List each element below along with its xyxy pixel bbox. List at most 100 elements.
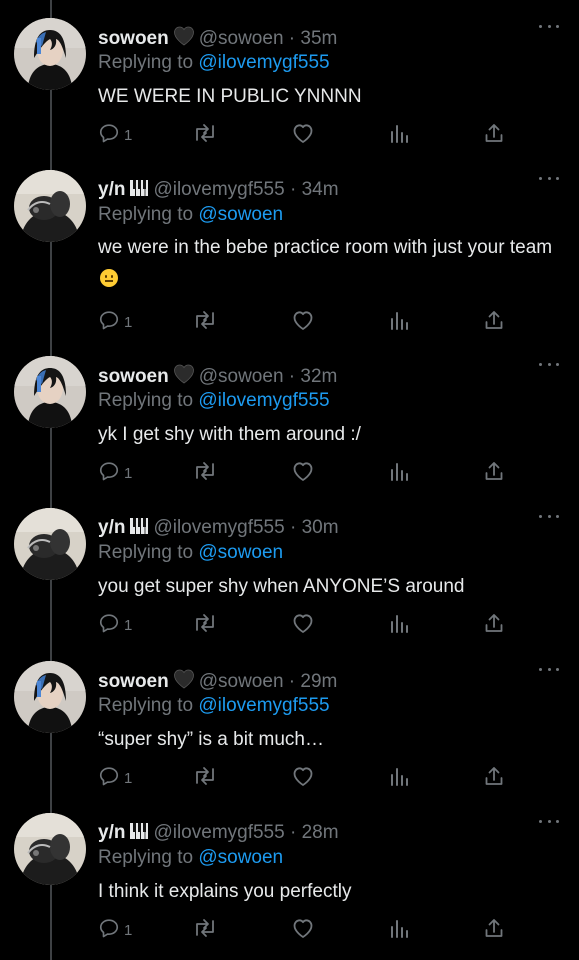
tweet-text: we were in the bebe practice room with j… xyxy=(98,232,557,294)
timestamp[interactable]: 34m xyxy=(302,179,339,200)
timestamp[interactable]: 32m xyxy=(300,366,337,387)
reply-icon xyxy=(98,460,120,487)
like-icon xyxy=(291,612,315,639)
replying-to: Replying to @sowoen xyxy=(98,846,283,870)
like-icon xyxy=(291,917,315,944)
reply-button[interactable]: 1 xyxy=(98,460,132,487)
timestamp[interactable]: 28m xyxy=(302,822,339,843)
like-button[interactable] xyxy=(291,612,315,639)
timestamp[interactable]: 35m xyxy=(300,28,337,49)
analytics-icon xyxy=(388,460,410,487)
author-handle[interactable]: @sowoen xyxy=(199,366,284,387)
tweet[interactable]: y/n @ilovemygf555 · 28m Replying to @sowo… xyxy=(0,795,579,947)
tweet[interactable]: sowoen @sowoen · 32m Replying to @ilovemy… xyxy=(0,338,579,490)
more-icon[interactable] xyxy=(539,817,559,825)
author-handle[interactable]: @ilovemygf555 xyxy=(153,517,284,538)
like-button[interactable] xyxy=(291,765,315,792)
replying-to: Replying to @ilovemygf555 xyxy=(98,694,330,718)
author-name[interactable]: y/n xyxy=(98,822,125,843)
avatar[interactable] xyxy=(14,508,86,580)
like-icon xyxy=(291,309,315,336)
reply-button[interactable]: 1 xyxy=(98,612,132,639)
analytics-button[interactable] xyxy=(388,765,410,792)
like-button[interactable] xyxy=(291,460,315,487)
timestamp[interactable]: 30m xyxy=(302,517,339,538)
mention-link[interactable]: @ilovemygf555 xyxy=(198,695,329,716)
share-icon xyxy=(483,122,505,149)
like-button[interactable] xyxy=(291,917,315,944)
replying-prefix: Replying to xyxy=(98,695,194,716)
mention-link[interactable]: @sowoen xyxy=(198,204,283,225)
share-button[interactable] xyxy=(483,309,505,336)
share-button[interactable] xyxy=(483,460,505,487)
avatar[interactable] xyxy=(14,170,86,242)
reply-button[interactable]: 1 xyxy=(98,765,132,792)
author-handle[interactable]: @ilovemygf555 xyxy=(153,179,284,200)
tweet-text-body: yk I get shy with them around :/ xyxy=(98,424,361,445)
like-button[interactable] xyxy=(291,309,315,336)
share-button[interactable] xyxy=(483,612,505,639)
action-bar: 1 xyxy=(98,460,518,486)
analytics-button[interactable] xyxy=(388,612,410,639)
replying-prefix: Replying to xyxy=(98,847,194,868)
retweet-button[interactable] xyxy=(192,917,218,944)
reply-button[interactable]: 1 xyxy=(98,309,132,336)
action-bar: 1 xyxy=(98,612,518,638)
more-icon[interactable] xyxy=(539,512,559,520)
avatar[interactable] xyxy=(14,18,86,90)
tweet-text: WE WERE IN PUBLIC YNNNN xyxy=(98,82,557,112)
tweet-text: “super shy” is a bit much… xyxy=(98,725,557,755)
share-button[interactable] xyxy=(483,765,505,792)
author-handle[interactable]: @sowoen xyxy=(199,671,284,692)
retweet-button[interactable] xyxy=(192,612,218,639)
more-icon[interactable] xyxy=(539,174,559,182)
tweet-text: you get super shy when ANYONE’S around xyxy=(98,572,557,602)
reply-button[interactable]: 1 xyxy=(98,917,132,944)
tweet[interactable]: y/n @ilovemygf555 · 34m Replying to @sowo… xyxy=(0,152,579,338)
author-handle[interactable]: @sowoen xyxy=(199,28,284,49)
avatar[interactable] xyxy=(14,813,86,885)
timestamp[interactable]: 29m xyxy=(300,671,337,692)
piano-keys-icon xyxy=(129,179,149,204)
replying-prefix: Replying to xyxy=(98,52,194,73)
more-icon[interactable] xyxy=(539,665,559,673)
analytics-button[interactable] xyxy=(388,309,410,336)
author-name[interactable]: y/n xyxy=(98,179,125,200)
author-name[interactable]: y/n xyxy=(98,517,125,538)
analytics-button[interactable] xyxy=(388,917,410,944)
share-button[interactable] xyxy=(483,122,505,149)
analytics-button[interactable] xyxy=(388,460,410,487)
retweet-button[interactable] xyxy=(192,460,218,487)
reply-button[interactable]: 1 xyxy=(98,122,132,149)
tweet[interactable]: sowoen @sowoen · 35m Replying to @ilovemy… xyxy=(0,0,579,152)
tweet[interactable]: y/n @ilovemygf555 · 30m Replying to @sowo… xyxy=(0,490,579,642)
analytics-icon xyxy=(388,309,410,336)
retweet-button[interactable] xyxy=(192,765,218,792)
separator-dot: · xyxy=(284,179,302,200)
like-icon xyxy=(291,460,315,487)
mention-link[interactable]: @sowoen xyxy=(198,847,283,868)
analytics-button[interactable] xyxy=(388,122,410,149)
mention-link[interactable]: @ilovemygf555 xyxy=(198,390,329,411)
share-button[interactable] xyxy=(483,917,505,944)
like-button[interactable] xyxy=(291,122,315,149)
retweet-button[interactable] xyxy=(192,122,218,149)
author-name[interactable]: sowoen xyxy=(98,28,169,49)
more-icon[interactable] xyxy=(539,22,559,30)
mention-link[interactable]: @sowoen xyxy=(198,542,283,563)
tweet-text-body: we were in the bebe practice room with j… xyxy=(98,237,553,258)
action-bar: 1 xyxy=(98,917,518,943)
action-bar: 1 xyxy=(98,765,518,791)
author-name[interactable]: sowoen xyxy=(98,671,169,692)
avatar[interactable] xyxy=(14,356,86,428)
author-handle[interactable]: @ilovemygf555 xyxy=(153,822,284,843)
tweet[interactable]: sowoen @sowoen · 29m Replying to @ilovemy… xyxy=(0,643,579,795)
mention-link[interactable]: @ilovemygf555 xyxy=(198,52,329,73)
more-icon[interactable] xyxy=(539,360,559,368)
separator-dot: · xyxy=(283,366,301,387)
retweet-button[interactable] xyxy=(192,309,218,336)
tweet-text-body: I think it explains you perfectly xyxy=(98,881,352,902)
author-name[interactable]: sowoen xyxy=(98,366,169,387)
avatar[interactable] xyxy=(14,661,86,733)
tweet-header: y/n @ilovemygf555 · 30m xyxy=(98,516,539,542)
